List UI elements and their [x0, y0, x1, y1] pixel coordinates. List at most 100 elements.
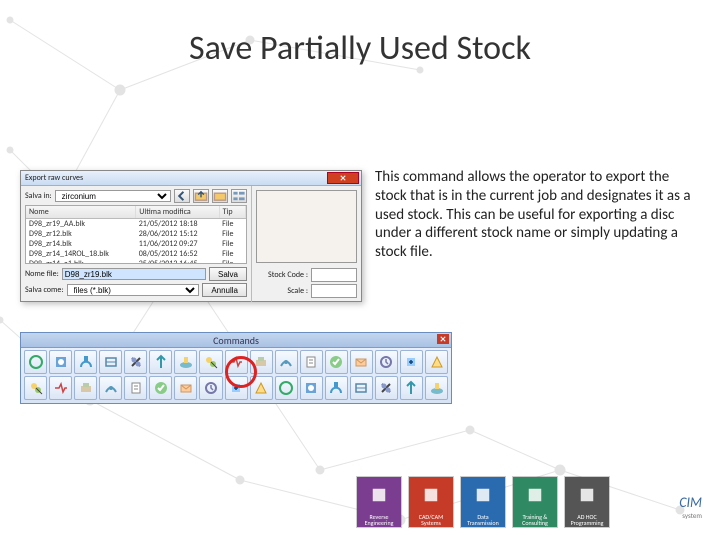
tool-icon	[28, 354, 44, 370]
toolbar-button[interactable]	[124, 376, 147, 400]
toolbar-button[interactable]	[350, 376, 373, 400]
toolbar-button[interactable]	[24, 350, 47, 374]
toolbar-button[interactable]	[199, 350, 222, 374]
toolbar-button[interactable]	[350, 350, 373, 374]
toolbar-button[interactable]	[225, 350, 248, 374]
tool-icon	[353, 354, 369, 370]
tool-icon	[153, 354, 169, 370]
tool-icon	[153, 380, 169, 396]
footer-tile: AD HOC Programming	[564, 476, 610, 528]
file-row[interactable]: D98_zr14_14ROL_18.blk08/05/2012 16:52Fil…	[26, 249, 246, 259]
toolbar-button[interactable]	[375, 376, 398, 400]
close-icon	[440, 336, 446, 342]
toolbar-button[interactable]	[74, 376, 97, 400]
toolbar-button[interactable]	[250, 350, 273, 374]
footer-tile: Training & Consulting	[512, 476, 558, 528]
toolbar-button[interactable]	[325, 350, 348, 374]
tool-icon	[278, 354, 294, 370]
tool-icon	[128, 380, 144, 396]
new-folder-button[interactable]	[212, 189, 228, 203]
toolbar-button[interactable]	[49, 376, 72, 400]
page-title: Save Partially Used Stock	[0, 28, 720, 69]
save-in-combo[interactable]: zirconium	[55, 190, 171, 202]
savetype-combo[interactable]: files (*.blk)	[67, 284, 200, 296]
tool-icon	[303, 380, 319, 396]
view-icon	[232, 189, 246, 203]
tool-icon	[303, 354, 319, 370]
col-name[interactable]: Nome	[26, 206, 136, 219]
toolbar-button[interactable]	[325, 376, 348, 400]
col-type[interactable]: Tip	[219, 206, 245, 219]
toolbar-button[interactable]	[199, 376, 222, 400]
toolbar-title[interactable]: Commands	[21, 333, 451, 348]
body-paragraph: This command allows the operator to expo…	[375, 168, 695, 262]
toolbar-button[interactable]	[425, 350, 448, 374]
back-button[interactable]	[174, 189, 190, 203]
tool-icon	[403, 354, 419, 370]
toolbar-button[interactable]	[250, 376, 273, 400]
up-folder-button[interactable]	[193, 189, 209, 203]
toolbar-button[interactable]	[149, 350, 172, 374]
scale-label: Scale :	[287, 286, 308, 296]
toolbar-button[interactable]	[149, 376, 172, 400]
tool-icon	[78, 354, 94, 370]
tool-icon	[353, 380, 369, 396]
file-list[interactable]: Nome Ultima modifica Tip D98_zr19_AA.blk…	[25, 205, 247, 264]
footer-tile: Data Transmission	[460, 476, 506, 528]
preview-pane	[256, 190, 357, 263]
toolbar-button[interactable]	[375, 350, 398, 374]
dialog-close-button[interactable]	[327, 172, 359, 184]
toolbar-button[interactable]	[425, 376, 448, 400]
toolbar-button[interactable]	[49, 350, 72, 374]
view-menu-button[interactable]	[231, 189, 247, 203]
tool-icon	[378, 380, 394, 396]
tile-icon	[369, 485, 389, 505]
toolbar-button[interactable]	[174, 376, 197, 400]
file-row[interactable]: D98_zr19_AA.blk21/05/2012 18:18File	[26, 219, 246, 230]
file-row[interactable]: D98_zr14.blk11/06/2012 09:27File	[26, 239, 246, 249]
tile-icon	[525, 485, 545, 505]
toolbar-button[interactable]	[174, 350, 197, 374]
tile-icon	[577, 485, 597, 505]
commands-toolbar: Commands	[20, 332, 452, 404]
toolbar-button[interactable]	[275, 350, 298, 374]
toolbar-button[interactable]	[24, 376, 47, 400]
tool-icon	[228, 354, 244, 370]
footer-tile: CAD/CAM Systems	[408, 476, 454, 528]
file-row[interactable]: D98_zr12.blk28/06/2012 15:12File	[26, 229, 246, 239]
toolbar-button[interactable]	[300, 376, 323, 400]
stock-code-input[interactable]	[311, 268, 357, 282]
cancel-button[interactable]: Annulla	[202, 283, 247, 297]
toolbar-button[interactable]	[225, 376, 248, 400]
toolbar-close-button[interactable]	[437, 334, 449, 344]
dialog-title-text: Export raw curves	[25, 173, 83, 183]
tile-icon	[421, 485, 441, 505]
footer-tiles: Reverse EngineeringCAD/CAM SystemsData T…	[356, 476, 610, 528]
toolbar-button[interactable]	[99, 350, 122, 374]
toolbar-button[interactable]	[74, 350, 97, 374]
toolbar-button[interactable]	[300, 350, 323, 374]
tool-icon	[103, 354, 119, 370]
savetype-label: Salva come:	[25, 285, 64, 295]
tool-icon	[78, 380, 94, 396]
filename-input[interactable]	[62, 268, 206, 280]
scale-input[interactable]	[311, 284, 357, 298]
tool-icon	[328, 380, 344, 396]
toolbar-button[interactable]	[275, 376, 298, 400]
tool-icon	[328, 354, 344, 370]
stock-code-label: Stock Code :	[268, 270, 308, 280]
tool-icon	[28, 380, 44, 396]
col-modified[interactable]: Ultima modifica	[136, 206, 219, 219]
dialog-titlebar[interactable]: Export raw curves	[21, 171, 361, 186]
file-row[interactable]: D98_zr14_a1.blk25/05/2012 16:45File	[26, 259, 246, 264]
close-icon	[340, 175, 346, 181]
toolbar-button[interactable]	[400, 376, 423, 400]
toolbar-button[interactable]	[99, 376, 122, 400]
save-button[interactable]: Salva	[209, 267, 247, 281]
tool-icon	[53, 380, 69, 396]
toolbar-button[interactable]	[124, 350, 147, 374]
tool-icon	[53, 354, 69, 370]
back-icon	[175, 189, 189, 203]
toolbar-button[interactable]	[400, 350, 423, 374]
footer-tile: Reverse Engineering	[356, 476, 402, 528]
